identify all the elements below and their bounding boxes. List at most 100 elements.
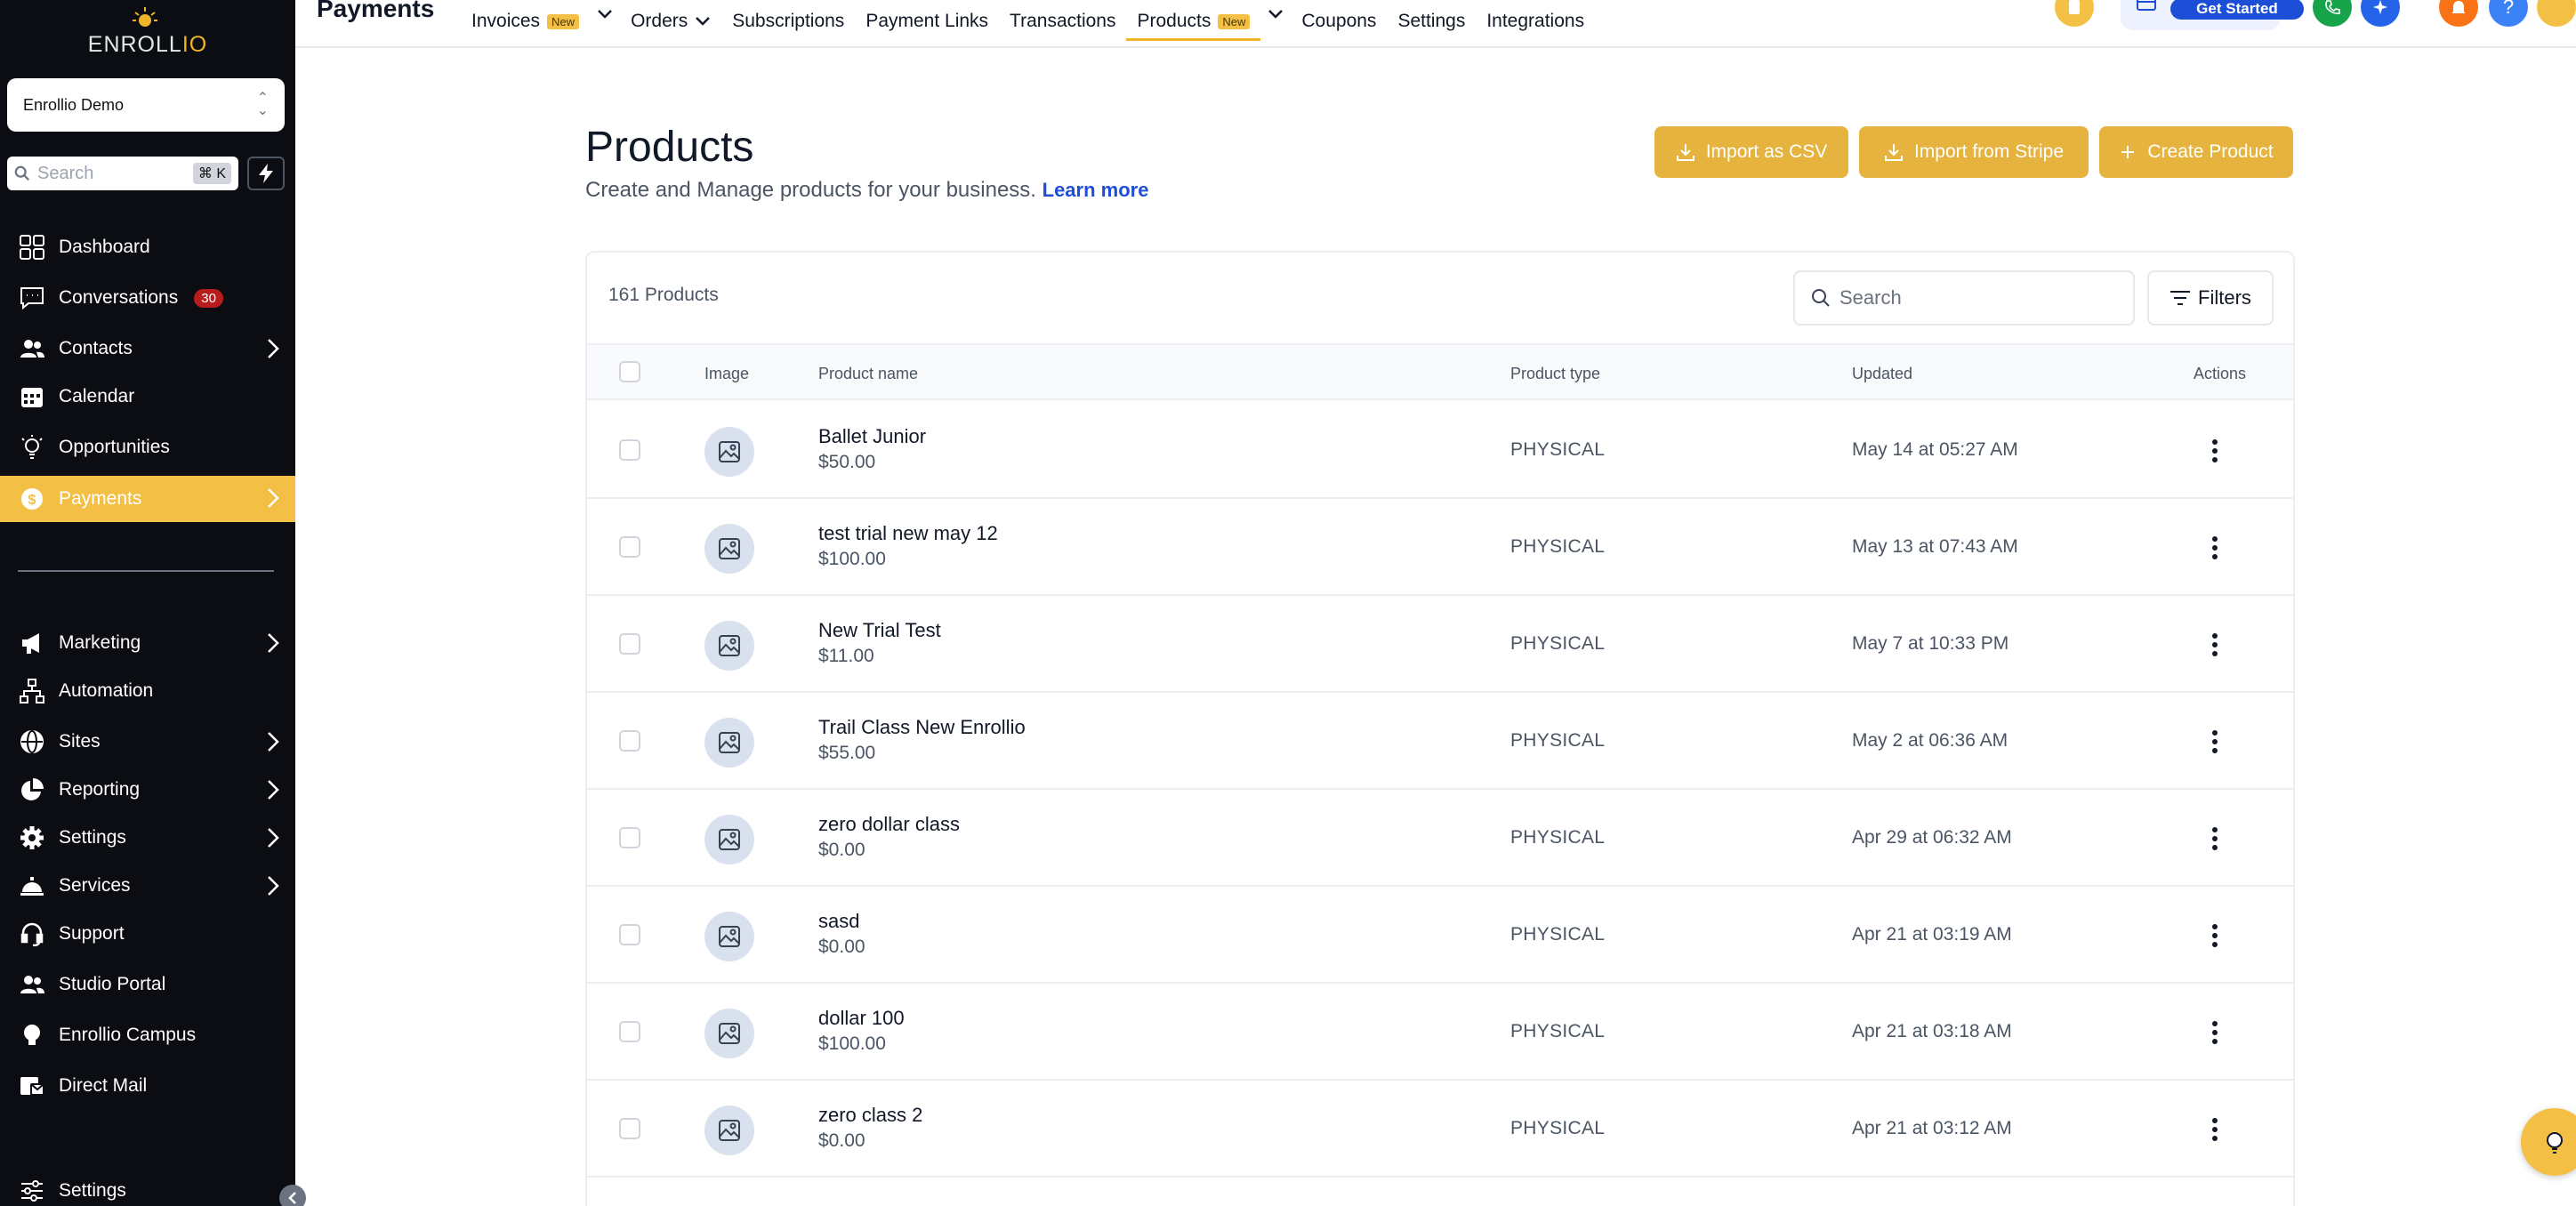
row-checkbox[interactable] <box>619 827 640 848</box>
product-price: $50.00 <box>818 452 876 472</box>
column-header-name[interactable]: Product name <box>818 365 918 383</box>
table-row[interactable]: zero class 2 $0.00 PHYSICAL Apr 21 at 03:12… <box>587 1081 2293 1178</box>
product-name[interactable]: Ballet Junior <box>818 425 926 448</box>
product-name[interactable]: test trial new may 12 <box>818 522 998 545</box>
collapse-sidebar-button[interactable] <box>279 1185 306 1206</box>
table-row[interactable]: sasd $0.00 PHYSICAL Apr 21 at 03:19 AM <box>587 887 2293 984</box>
products-dropdown-toggle[interactable] <box>1260 0 1291 27</box>
create-product-button[interactable]: Create Product <box>2099 126 2293 178</box>
filters-button[interactable]: Filters <box>2147 270 2274 326</box>
table-search-input[interactable]: Search <box>1793 270 2135 326</box>
table-header: Image Product name Product type Updated … <box>587 343 2293 400</box>
row-checkbox[interactable] <box>619 536 640 558</box>
import-csv-button[interactable]: Import as CSV <box>1654 126 1848 178</box>
sidebar-item-reporting[interactable]: Reporting <box>0 768 295 812</box>
avatar[interactable] <box>2537 0 2576 27</box>
product-updated: May 2 at 06:36 AM <box>1852 730 2008 751</box>
image-icon <box>719 1023 740 1044</box>
sidebar-item-conversations[interactable]: Conversations 30 <box>0 276 295 320</box>
sidebar-item-bottom-settings[interactable]: Settings <box>0 1169 295 1206</box>
tab-orders[interactable]: Orders <box>620 0 721 41</box>
table-row[interactable]: Ballet Junior $50.00 PHYSICAL May 14 at 05:… <box>587 402 2293 499</box>
row-checkbox[interactable] <box>619 1021 640 1042</box>
table-row[interactable]: zero dollar class $0.00 PHYSICAL Apr 29 at … <box>587 790 2293 887</box>
row-actions-menu-icon[interactable] <box>2204 824 2226 854</box>
row-checkbox[interactable] <box>619 924 640 945</box>
lightbulb-icon <box>18 433 46 462</box>
sidebar-item-direct-mail[interactable]: Direct Mail <box>0 1064 295 1108</box>
tab-coupons[interactable]: Coupons <box>1291 0 1387 41</box>
row-checkbox[interactable] <box>619 439 640 461</box>
product-name[interactable]: dollar 100 <box>818 1007 905 1030</box>
product-name[interactable]: Trail Class New Enrollio <box>818 716 1026 739</box>
row-checkbox[interactable] <box>619 1118 640 1139</box>
table-row[interactable]: New Trial Test $11.00 PHYSICAL May 7 at 10:… <box>587 596 2293 693</box>
row-checkbox[interactable] <box>619 730 640 752</box>
quick-action-button[interactable] <box>247 157 285 190</box>
notifications-button[interactable] <box>2439 0 2478 27</box>
sidebar-item-sites[interactable]: Sites <box>0 720 295 764</box>
sidebar-item-label: Services <box>59 875 131 896</box>
tab-transactions[interactable]: Transactions <box>999 0 1126 41</box>
tab-integrations[interactable]: Integrations <box>1476 0 1595 41</box>
sidebar-item-studio-portal[interactable]: Studio Portal <box>0 962 295 1007</box>
column-header-updated[interactable]: Updated <box>1852 365 1912 383</box>
product-name[interactable]: sasd <box>818 910 859 933</box>
product-name[interactable]: zero dollar class <box>818 813 960 836</box>
row-actions-menu-icon[interactable] <box>2204 533 2226 563</box>
tab-invoices[interactable]: Invoices New <box>461 0 590 41</box>
sidebar-item-marketing[interactable]: Marketing <box>0 621 295 665</box>
row-actions-menu-icon[interactable] <box>2204 1114 2226 1145</box>
sidebar-item-enrollio-campus[interactable]: Enrollio Campus <box>0 1013 295 1057</box>
table-row[interactable]: Trail Class New Enrollio $55.00 PHYSICAL Ma… <box>587 693 2293 790</box>
top-navigation: Payments Invoices New Orders Subscriptio… <box>295 0 2576 48</box>
sidebar-item-dashboard[interactable]: Dashboard <box>0 225 295 269</box>
row-actions-menu-icon[interactable] <box>2204 436 2226 466</box>
brand-logo[interactable]: ENROLLIO <box>0 4 295 57</box>
ai-assistant-button[interactable] <box>2361 0 2400 27</box>
help-assistant-button[interactable] <box>2521 1108 2576 1176</box>
invoices-dropdown-toggle[interactable] <box>590 0 620 27</box>
product-name[interactable]: New Trial Test <box>818 619 941 642</box>
tab-subscriptions[interactable]: Subscriptions <box>721 0 855 41</box>
image-icon <box>719 441 740 462</box>
sidebar-item-label: Settings <box>59 1180 126 1201</box>
button-label: Import as CSV <box>1705 141 1828 162</box>
column-header-type[interactable]: Product type <box>1510 365 1600 383</box>
row-actions-menu-icon[interactable] <box>2204 1017 2226 1048</box>
headset-icon <box>18 920 46 948</box>
sidebar-item-calendar[interactable]: Calendar <box>0 374 295 419</box>
sidebar-item-services[interactable]: Services <box>0 864 295 908</box>
row-actions-menu-icon[interactable] <box>2204 630 2226 660</box>
tab-payment-links[interactable]: Payment Links <box>855 0 999 41</box>
get-started-button[interactable]: Get Started <box>2170 0 2304 20</box>
sidebar-item-opportunities[interactable]: Opportunities <box>0 425 295 470</box>
table-row[interactable]: test trial new may 12 $100.00 PHYSICAL May … <box>587 499 2293 596</box>
notes-button[interactable] <box>2055 0 2094 27</box>
account-switcher[interactable]: Enrollio Demo ⌃ ⌄ <box>7 78 285 132</box>
sidebar-item-settings[interactable]: Settings <box>0 816 295 860</box>
sidebar-search-input[interactable]: Search ⌘ K <box>7 157 238 190</box>
product-name[interactable]: zero class 2 <box>818 1104 922 1127</box>
sidebar-item-label: Support <box>59 923 125 944</box>
tab-label: Integrations <box>1486 11 1585 31</box>
help-button[interactable]: ? <box>2489 0 2528 27</box>
users-icon <box>18 970 46 999</box>
chevron-right-icon <box>268 633 279 653</box>
tab-products[interactable]: Products New <box>1126 0 1261 41</box>
sidebar-item-payments[interactable]: $ Payments <box>0 476 295 522</box>
row-checkbox[interactable] <box>619 633 640 655</box>
phone-button[interactable] <box>2313 0 2352 27</box>
lightbulb-icon <box>2547 1132 2563 1154</box>
learn-more-link[interactable]: Learn more <box>1042 179 1149 201</box>
tab-settings[interactable]: Settings <box>1387 0 1476 41</box>
sidebar-item-contacts[interactable]: Contacts <box>0 326 295 371</box>
row-actions-menu-icon[interactable] <box>2204 727 2226 757</box>
sidebar-item-automation[interactable]: Automation <box>0 669 295 713</box>
select-all-checkbox[interactable] <box>619 361 640 382</box>
sidebar-item-support[interactable]: Support <box>0 912 295 956</box>
chevron-right-icon <box>268 488 279 508</box>
table-row[interactable]: dollar 100 $100.00 PHYSICAL Apr 21 at 03:18… <box>587 984 2293 1081</box>
import-stripe-button[interactable]: Import from Stripe <box>1859 126 2089 178</box>
row-actions-menu-icon[interactable] <box>2204 921 2226 951</box>
